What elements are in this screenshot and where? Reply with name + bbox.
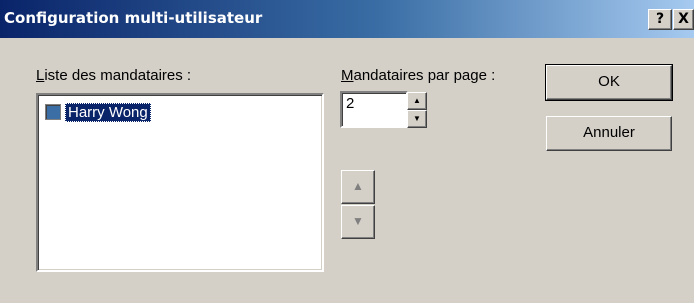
proxy-list-label: Liste des mandataires : xyxy=(36,67,191,84)
per-page-label-text: andataires par page : xyxy=(353,67,496,84)
per-page-value: 2 xyxy=(346,95,355,112)
list-item[interactable]: Harry Wong xyxy=(45,101,151,123)
per-page-label: Mandataires par page : xyxy=(341,67,495,84)
window-title: Configuration multi-utilisateur xyxy=(4,9,263,27)
per-page-label-hotkey: M xyxy=(341,67,354,84)
spin-down-button[interactable]: ▼ xyxy=(407,110,427,128)
move-down-button[interactable]: ▼ xyxy=(341,205,375,239)
help-button[interactable]: ? xyxy=(648,9,672,30)
per-page-input[interactable]: 2 xyxy=(340,91,408,128)
move-up-button[interactable]: ▲ xyxy=(341,170,375,204)
close-button[interactable]: X xyxy=(673,9,694,30)
arrow-down-icon: ▼ xyxy=(352,214,364,228)
proxy-listbox[interactable]: Harry Wong xyxy=(36,93,324,272)
spin-up-icon: ▲ xyxy=(413,96,421,105)
arrow-up-icon: ▲ xyxy=(352,179,364,193)
proxy-checkbox[interactable] xyxy=(45,104,61,120)
proxy-item-label: Harry Wong xyxy=(65,102,151,122)
spin-up-button[interactable]: ▲ xyxy=(407,92,427,110)
cancel-button[interactable]: Annuler xyxy=(546,116,672,151)
ok-button[interactable]: OK xyxy=(545,64,673,101)
proxy-list-label-text: iste des mandataires : xyxy=(44,67,192,84)
spin-down-icon: ▼ xyxy=(413,114,421,123)
title-bar[interactable]: Configuration multi-utilisateur ? X xyxy=(0,0,694,38)
